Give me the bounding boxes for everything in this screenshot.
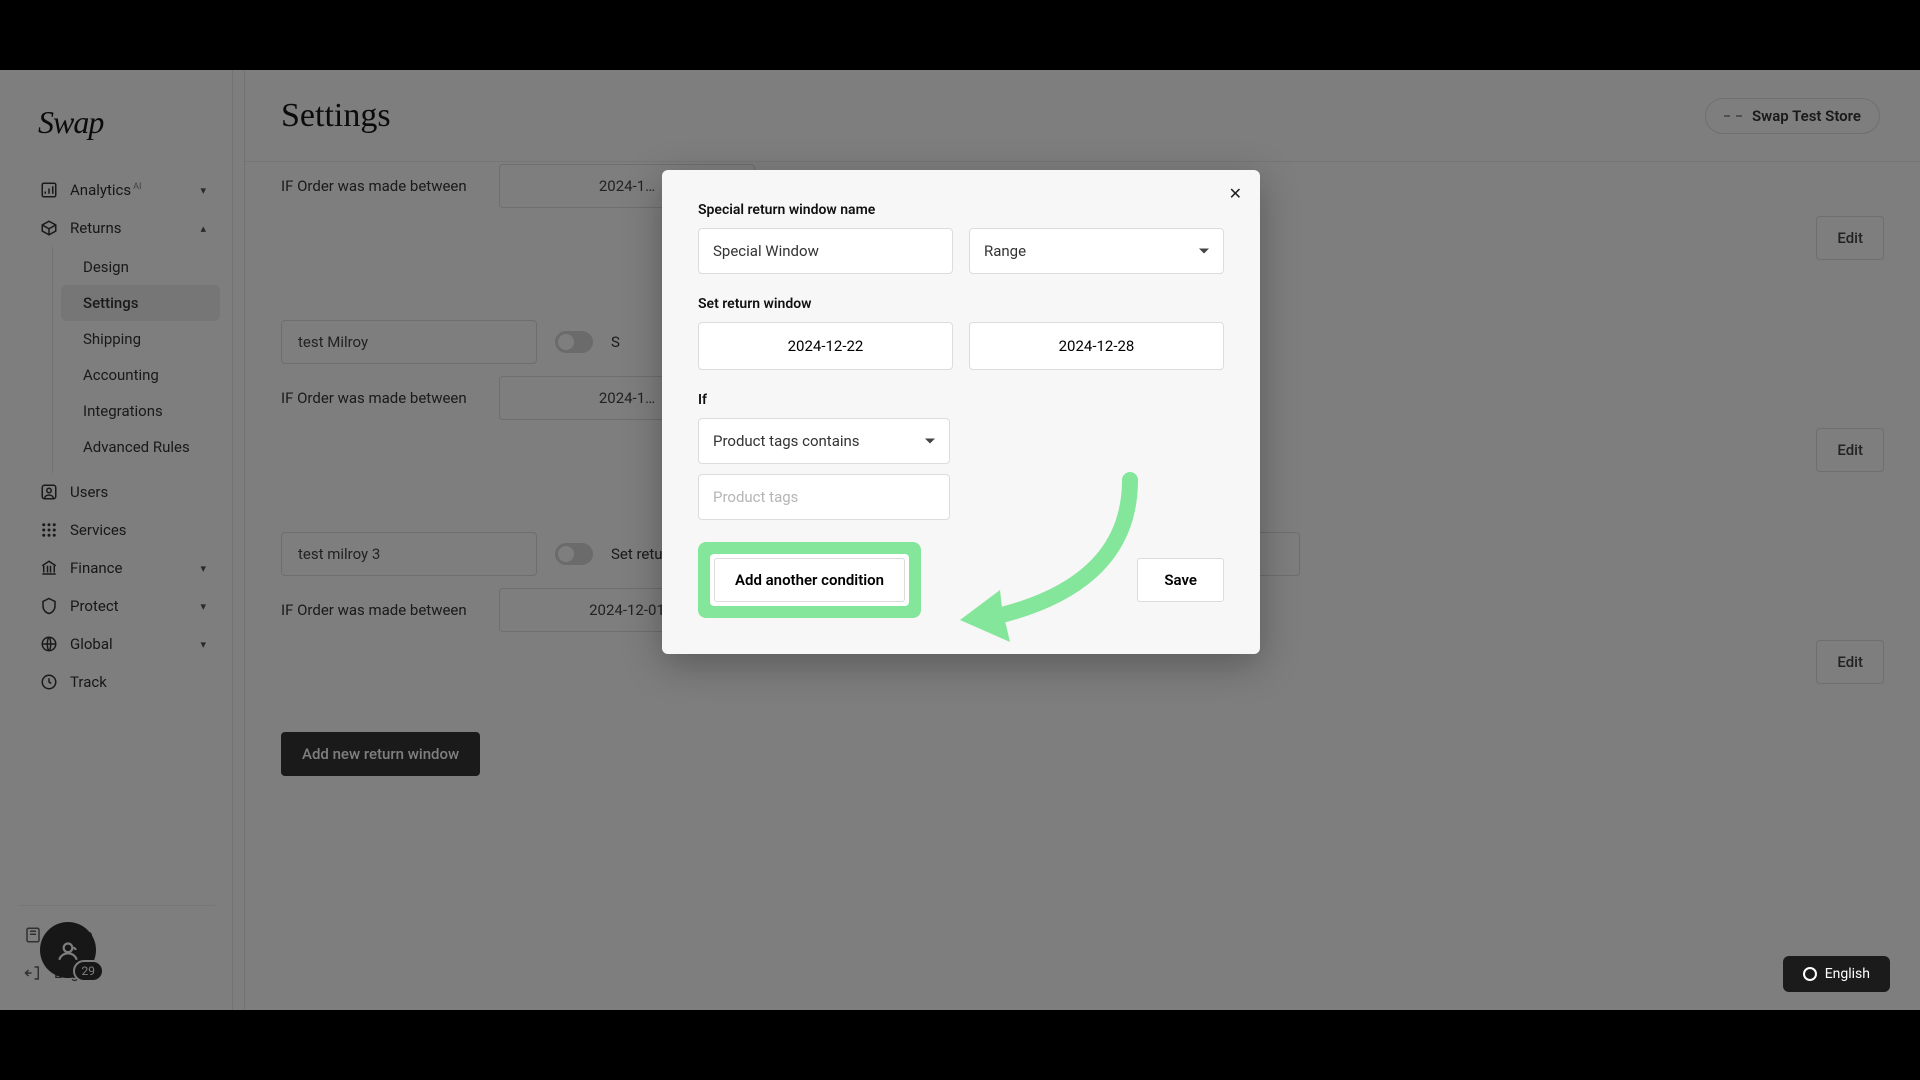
circle-icon [1803, 967, 1817, 981]
name-label: Special return window name [698, 202, 1224, 218]
condition-type-select[interactable]: Product tags contains [698, 418, 950, 464]
window-date-to[interactable]: 2024-12-28 [969, 322, 1224, 370]
window-name-input[interactable]: Special Window [698, 228, 953, 274]
language-selector[interactable]: English [1783, 956, 1890, 992]
close-icon[interactable]: ✕ [1229, 184, 1242, 203]
highlight-annotation: Add another condition [698, 542, 921, 618]
language-label: English [1825, 966, 1870, 982]
set-window-label: Set return window [698, 296, 1224, 312]
product-tags-input[interactable]: Product tags [698, 474, 950, 520]
if-label: If [698, 392, 1224, 408]
window-date-from[interactable]: 2024-12-22 [698, 322, 953, 370]
save-button[interactable]: Save [1137, 558, 1224, 602]
special-return-window-modal: ✕ Special return window name Special Win… [662, 170, 1260, 654]
add-condition-button[interactable]: Add another condition [714, 558, 905, 602]
window-type-select[interactable]: Range [969, 228, 1224, 274]
